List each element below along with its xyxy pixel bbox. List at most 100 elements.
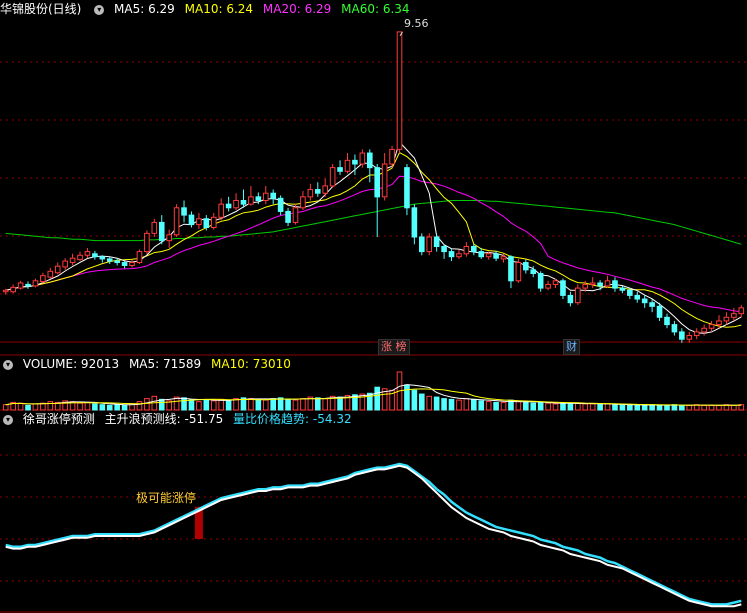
volume-header: ▾ VOLUME: 92013 MA5: 71589 MA10: 73010 [0,356,297,372]
candle-body [17,282,24,289]
candle-body [99,256,106,260]
volume-bar [292,399,299,411]
candle-body [723,316,730,322]
candle-body [485,253,492,258]
candle-body [641,298,648,304]
limit-up-signal-label: 极可能涨停 [136,491,197,505]
volume-bar [210,400,217,411]
collapse-icon[interactable]: ▾ [94,4,105,15]
candle-body [240,200,247,205]
candle-body [277,197,284,212]
collapse-icon[interactable]: ▾ [3,359,13,370]
candle-body [329,167,336,187]
candle-body [567,294,574,304]
candle-body [589,282,596,285]
candle-body [560,280,566,296]
indicator-trend-line [5,462,742,606]
candle-body [508,256,514,282]
candle-body [84,251,91,256]
candle-body [597,282,603,287]
volume-bar [418,393,425,411]
candle-body [701,327,707,333]
volume-bar [597,404,603,411]
finance-tag[interactable]: 财 [563,339,580,355]
volume-bar [433,396,440,411]
volume-bar [188,399,195,411]
volume-bar [99,404,106,411]
collapse-icon[interactable]: ▾ [3,414,13,425]
candle-body [619,287,626,291]
volume-bar [300,398,306,411]
volume-bar [515,401,522,411]
volume-bar [411,389,418,411]
candle-body [389,148,395,165]
candle-body [656,305,663,318]
volume-bar [84,401,91,411]
candle-body [173,207,180,236]
candle-body [233,200,239,209]
volume-ma5-line [5,384,742,406]
candle-body [262,192,269,201]
indicator-trend-value: 量比价格趋势: -54.32 [233,412,352,426]
volume-bar [158,398,165,411]
candle-body [545,283,551,289]
volume-bar [634,404,641,411]
limit-up-tag[interactable]: 涨 榜 [378,339,410,355]
candle-body [471,245,477,253]
candle-body [463,245,470,255]
volume-bar [604,403,611,411]
candle-body [144,232,150,253]
ma5-value: MA5: 6.29 [114,2,175,16]
volume-bar [552,403,559,411]
volume-bar [686,404,693,411]
candle-body [62,260,68,268]
candle-body [314,189,321,194]
price-header: 华锦股份(日线) ▾ MA5: 6.29 MA10: 6.24 MA20: 6.… [0,1,416,17]
volume-bar [500,401,507,411]
candle-body [716,320,722,326]
volume-bar [567,403,574,411]
candle-body [537,273,544,289]
candle-body [448,251,455,258]
volume-bar [619,404,626,411]
candle-body [649,302,655,307]
candle-body [604,280,611,287]
volume-bar [456,399,462,411]
volume-bar [32,403,39,411]
candle-body [627,289,633,296]
volume-bar [404,384,410,411]
candle-body [136,251,143,264]
volume-bar [248,398,254,411]
candle-body [307,189,314,198]
volume-bar [203,399,210,411]
candle-body [404,167,410,209]
candle-body [344,159,351,172]
volume-ma10-value: MA10: 73010 [211,357,291,371]
candle-body [40,275,46,283]
candle-body [270,192,276,199]
volume-bar [701,404,707,411]
candle-body [129,262,135,266]
volume-bar [441,398,447,411]
candle-body [523,262,529,271]
candle-body [322,185,329,194]
candle-body [25,283,31,287]
candle-body [151,221,158,234]
indicator-main-value: 主升浪预测线: -51.75 [104,412,224,426]
candle-body [32,280,39,287]
candle-body [374,167,381,198]
volume-bar [537,401,544,411]
volume-bar [731,404,737,411]
volume-bar [181,397,187,411]
candle-body [456,253,462,258]
candle-body [693,331,700,337]
stock-chart-canvas[interactable] [0,0,747,613]
volume-bar [560,402,566,411]
volume-bar [463,398,470,411]
candle-body [493,253,499,259]
ma5-line [5,141,742,334]
candle-body [114,260,120,264]
candle-body [381,163,388,198]
volume-bar [589,403,596,411]
volume-bar [262,399,269,411]
